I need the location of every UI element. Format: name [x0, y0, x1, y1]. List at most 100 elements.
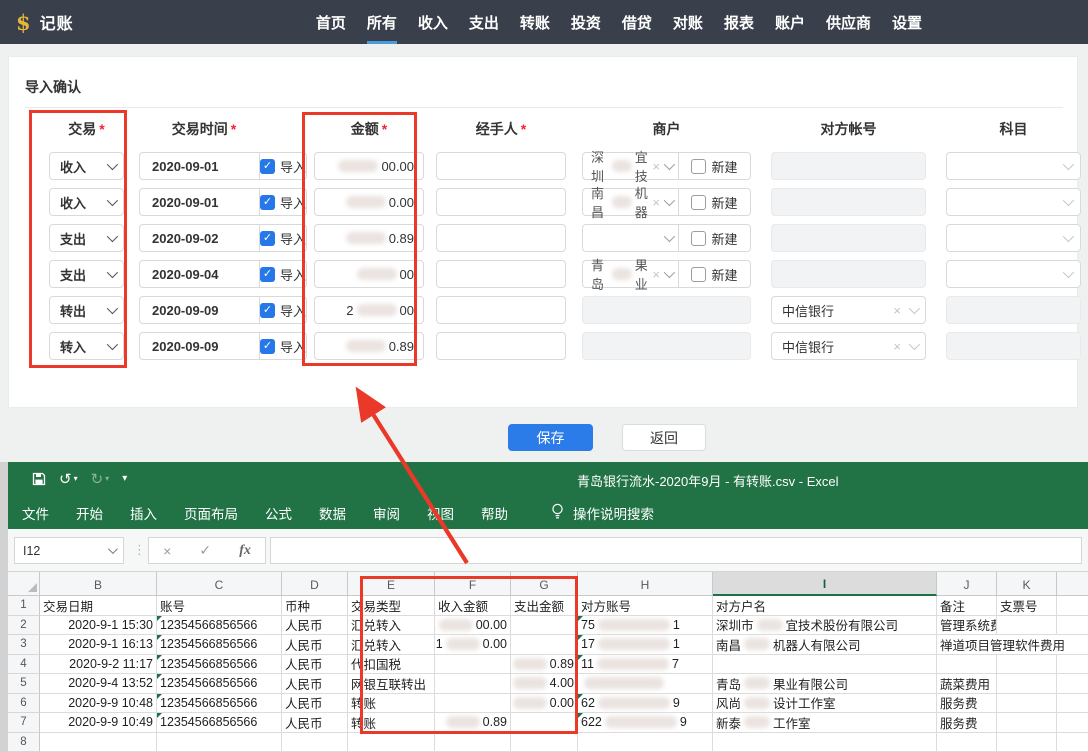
nav-item-供应商[interactable]: 供应商: [826, 0, 871, 44]
handler-input[interactable]: [436, 224, 566, 252]
cell[interactable]: 0.89: [511, 655, 578, 675]
cell[interactable]: 人民币: [282, 713, 348, 733]
cell[interactable]: 对方户名: [713, 596, 937, 616]
cell[interactable]: [1057, 694, 1088, 714]
cell[interactable]: 人民币: [282, 616, 348, 636]
cell[interactable]: [1057, 713, 1088, 733]
cell[interactable]: 网银互联转出: [348, 674, 435, 694]
cell[interactable]: 12354566856566: [157, 655, 282, 675]
counterparty-account-select[interactable]: 中信银行×: [771, 296, 926, 324]
column-header-C[interactable]: C: [157, 572, 282, 596]
cell[interactable]: [713, 655, 937, 675]
cell[interactable]: 751: [578, 616, 713, 636]
column-header-B[interactable]: B: [40, 572, 157, 596]
import-checkbox-group[interactable]: ✓导入: [260, 229, 306, 248]
column-header-D[interactable]: D: [282, 572, 348, 596]
clear-icon[interactable]: ×: [652, 267, 660, 282]
cell[interactable]: [997, 713, 1057, 733]
cell[interactable]: 交易日期: [40, 596, 157, 616]
cell[interactable]: 汇兑转入: [348, 635, 435, 655]
cell[interactable]: 2020-9-9 10:48: [40, 694, 157, 714]
cell[interactable]: [578, 674, 713, 694]
cell[interactable]: [435, 733, 511, 752]
counterparty-account-select[interactable]: 中信银行×: [771, 332, 926, 360]
transaction-type-select[interactable]: 转出: [49, 296, 124, 324]
name-box[interactable]: I12: [14, 537, 124, 564]
import-checkbox[interactable]: ✓: [260, 339, 275, 354]
amount-input[interactable]: 00.00: [314, 152, 424, 180]
cell[interactable]: [997, 694, 1057, 714]
cell[interactable]: 新泰工作室: [713, 713, 937, 733]
transaction-date-field[interactable]: 2020-09-09: [140, 303, 259, 318]
amount-input[interactable]: 200: [314, 296, 424, 324]
new-merchant-checkbox[interactable]: [691, 267, 706, 282]
cell[interactable]: 人民币: [282, 635, 348, 655]
cell[interactable]: [997, 655, 1057, 675]
new-merchant-checkbox[interactable]: [691, 195, 706, 210]
row-number[interactable]: 6: [8, 694, 40, 714]
cell[interactable]: 转账: [348, 694, 435, 714]
row-number[interactable]: 2: [8, 616, 40, 636]
cell[interactable]: 管理系统费: [937, 616, 997, 636]
cell[interactable]: 12354566856566: [157, 713, 282, 733]
row-number[interactable]: 3: [8, 635, 40, 655]
subject-select[interactable]: [946, 224, 1081, 252]
ribbon-tab-数据[interactable]: 数据: [319, 503, 346, 523]
ribbon-tab-帮助[interactable]: 帮助: [481, 503, 508, 523]
cell[interactable]: [713, 733, 937, 752]
ribbon-tab-开始[interactable]: 开始: [76, 503, 103, 523]
new-merchant-checkbox[interactable]: [691, 159, 706, 174]
import-checkbox-group[interactable]: ✓导入: [260, 265, 306, 284]
column-header-K[interactable]: K: [997, 572, 1057, 596]
formula-input[interactable]: [270, 537, 1082, 564]
cell[interactable]: 南昌机器人有限公司: [713, 635, 937, 655]
cell[interactable]: 人民币: [282, 694, 348, 714]
handler-input[interactable]: [436, 152, 566, 180]
undo-icon[interactable]: ↺▾: [59, 472, 78, 487]
ribbon-tab-页面布局[interactable]: 页面布局: [184, 503, 238, 523]
cell[interactable]: 12354566856566: [157, 635, 282, 655]
transaction-type-select[interactable]: 支出: [49, 260, 124, 288]
cell[interactable]: 汇兑转入: [348, 616, 435, 636]
nav-item-首页[interactable]: 首页: [316, 0, 346, 44]
cell[interactable]: 收入金额: [435, 596, 511, 616]
import-checkbox-group[interactable]: ✓导入: [260, 337, 306, 356]
import-checkbox[interactable]: ✓: [260, 231, 275, 246]
handler-input[interactable]: [436, 188, 566, 216]
cell[interactable]: 2020-9-4 13:52: [40, 674, 157, 694]
back-button[interactable]: 返回: [622, 424, 706, 451]
cell[interactable]: 2020-9-2 11:17: [40, 655, 157, 675]
cell[interactable]: [997, 733, 1057, 752]
save-icon[interactable]: [32, 472, 46, 486]
column-header-E[interactable]: E: [348, 572, 435, 596]
nav-item-转账[interactable]: 转账: [520, 0, 550, 44]
nav-item-设置[interactable]: 设置: [892, 0, 922, 44]
merchant-select[interactable]: [583, 234, 678, 242]
cancel-icon[interactable]: ×: [163, 543, 171, 559]
merchant-select[interactable]: 青岛果业×: [583, 255, 678, 293]
import-checkbox-group[interactable]: ✓导入: [260, 193, 306, 212]
cell[interactable]: 币种: [282, 596, 348, 616]
row-number[interactable]: 8: [8, 733, 40, 752]
new-merchant-group[interactable]: 新建: [679, 157, 750, 176]
cell[interactable]: 100.00: [435, 616, 511, 636]
subject-select[interactable]: [946, 260, 1081, 288]
row-number[interactable]: 1: [8, 596, 40, 616]
cell[interactable]: 转账: [348, 713, 435, 733]
ribbon-tab-公式[interactable]: 公式: [265, 503, 292, 523]
transaction-type-select[interactable]: 支出: [49, 224, 124, 252]
clear-icon[interactable]: ×: [652, 195, 660, 210]
new-merchant-checkbox[interactable]: [691, 231, 706, 246]
column-header-J[interactable]: J: [937, 572, 997, 596]
column-header-G[interactable]: G: [511, 572, 578, 596]
cell[interactable]: 蔬菜费用: [937, 674, 997, 694]
transaction-date-field[interactable]: 2020-09-01: [140, 159, 259, 174]
column-header-H[interactable]: H: [578, 572, 713, 596]
cell[interactable]: [40, 733, 157, 752]
transaction-date-field[interactable]: 2020-09-02: [140, 231, 259, 246]
cell[interactable]: 备注: [937, 596, 997, 616]
cell[interactable]: [435, 655, 511, 675]
cell[interactable]: 0.89: [435, 713, 511, 733]
clear-icon[interactable]: ×: [893, 339, 901, 354]
cell[interactable]: 人民币: [282, 674, 348, 694]
